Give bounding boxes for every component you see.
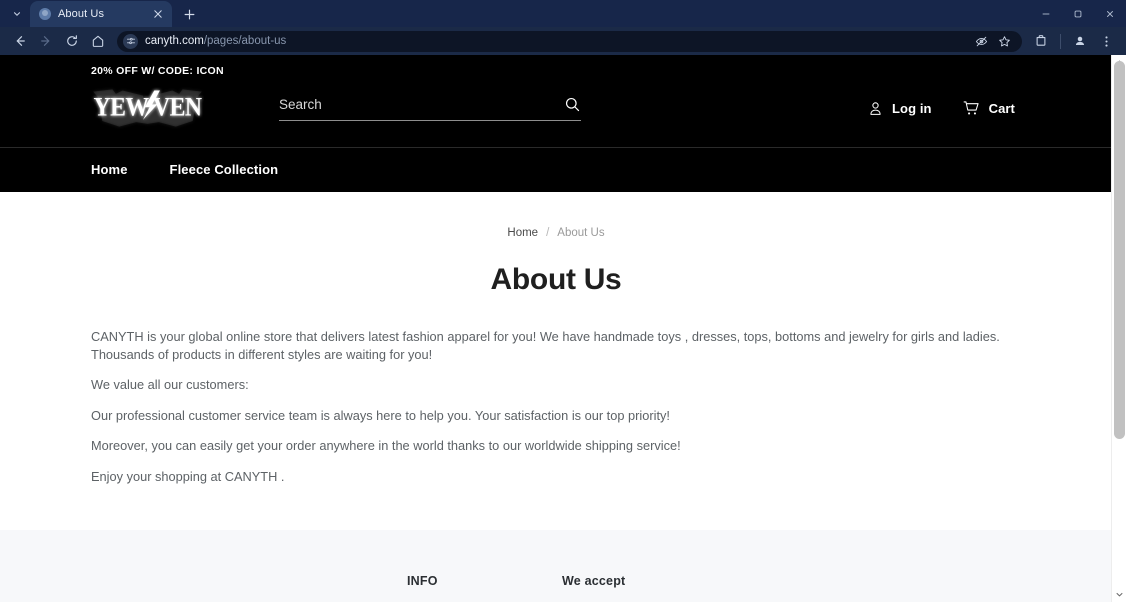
scroll-down-chevron-down-icon[interactable] [1112,587,1126,602]
page-title: About Us [490,263,622,296]
page-viewport: 20% OFF W/ CODE: ICON YEW VEN Search Log… [0,55,1126,602]
site-footer: INFO Terms & Conditions We accept DISCOV… [0,530,1112,602]
search-bar[interactable] [279,96,581,121]
url-path: /pages/about-us [203,35,287,47]
site-logo[interactable]: YEW VEN [91,83,251,133]
header-actions: Log in Cart [867,99,1015,117]
forward-button[interactable] [34,29,58,53]
tab-strip: About Us [0,0,1126,27]
yewven-logo-icon: YEW VEN [93,89,202,127]
site-header: YEW VEN Search Log in Cart [0,77,1112,147]
extensions-icon[interactable] [1029,29,1053,53]
star-icon[interactable] [998,35,1011,48]
profile-icon[interactable] [1068,29,1092,53]
home-button[interactable] [86,29,110,53]
toolbar-divider [1060,33,1061,49]
tune-icon[interactable] [123,33,138,49]
breadcrumb-home[interactable]: Home [507,227,538,239]
browser-tab[interactable]: About Us [30,1,172,27]
tab-title: About Us [58,8,105,20]
page-scrollbar[interactable] [1111,55,1126,602]
page-content: 20% OFF W/ CODE: ICON YEW VEN Search Log… [0,55,1112,602]
maximize-icon[interactable] [1062,0,1094,27]
login-button[interactable]: Log in [867,100,932,117]
browser-window: About Us canyth.com/pages/about-us 20% O… [0,0,1126,602]
cart-icon [962,99,981,117]
scrollbar-thumb[interactable] [1114,61,1125,439]
about-body: CANYTH is your global online store that … [0,328,1112,485]
globe-icon [39,8,51,20]
window-close-icon[interactable] [1094,0,1126,27]
kebab-menu-icon[interactable] [1094,29,1118,53]
paragraph: Our professional customer service team i… [91,407,670,423]
address-bar[interactable]: canyth.com/pages/about-us [117,30,1022,52]
breadcrumb-separator: / [546,227,550,239]
url-domain: canyth.com [145,35,204,47]
footer-payments-column: We accept DISCOVER [562,574,862,602]
footer-info-heading: INFO [407,574,438,588]
tab-search-chevron-down-icon[interactable] [4,2,30,26]
person-icon [867,100,884,117]
cart-label: Cart [988,100,1015,116]
promo-banner: 20% OFF W/ CODE: ICON [91,65,224,77]
window-controls [1030,0,1126,27]
main-navigation: Home Fleece Collection [0,147,1112,192]
minimize-icon[interactable] [1030,0,1062,27]
eye-slash-icon[interactable] [975,35,988,48]
nav-link-home[interactable]: Home [91,162,128,177]
paragraph: CANYTH is your global online store that … [91,329,1000,362]
search-input[interactable] [279,96,564,112]
footer-info-column: INFO Terms & Conditions [407,574,562,602]
nav-link-fleece-collection[interactable]: Fleece Collection [170,162,279,177]
breadcrumb-current: About Us [557,227,605,239]
cart-button[interactable]: Cart [962,99,1015,117]
close-icon[interactable] [150,6,166,22]
back-button[interactable] [8,29,32,53]
paragraph: Moreover, you can easily get your order … [91,438,681,453]
login-label: Log in [891,100,932,116]
breadcrumb: Home / About Us [0,227,1112,239]
main-content: Home / About Us About Us CANYTH is your … [0,192,1112,485]
paragraph: Enjoy your shopping at CANYTH . [91,468,285,484]
footer-accept-heading: We accept [562,574,626,588]
reload-button[interactable] [60,29,84,53]
site-header-region: 20% OFF W/ CODE: ICON YEW VEN Search Log… [0,55,1112,192]
new-tab-button[interactable] [176,2,202,26]
search-icon[interactable] [564,96,581,113]
svg-text:YEW VEN: YEW VEN [94,93,202,121]
browser-toolbar: canyth.com/pages/about-us [0,27,1126,55]
paragraph: We value all our customers: [91,377,249,392]
url-text: canyth.com/pages/about-us [145,35,968,47]
